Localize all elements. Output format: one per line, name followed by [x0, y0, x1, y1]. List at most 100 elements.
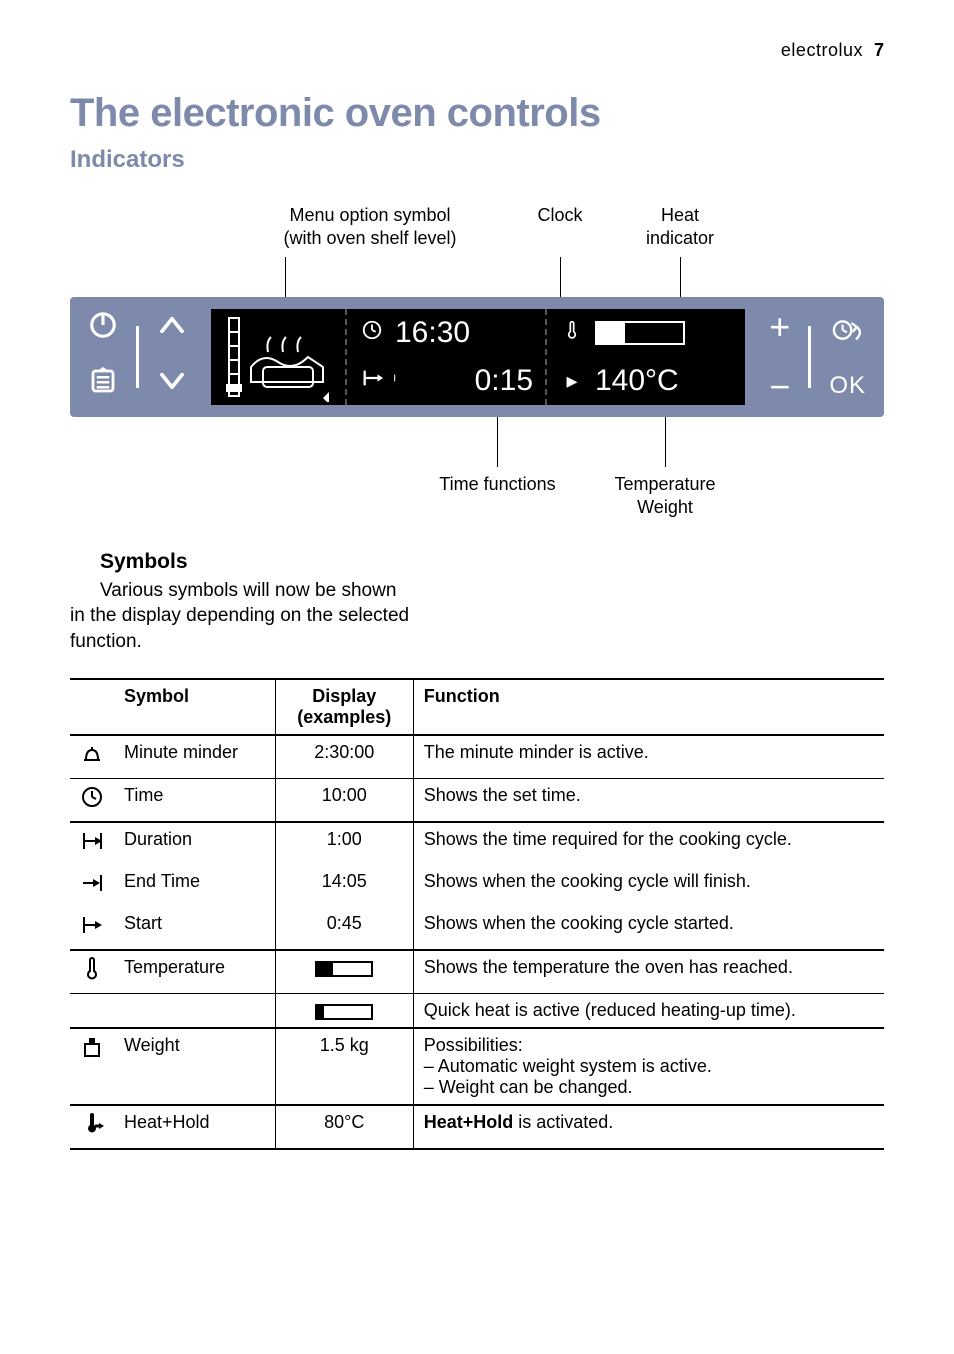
- row-function: Shows the set time.: [413, 779, 884, 823]
- clock-value: 16:30: [395, 316, 470, 350]
- row-icon: [70, 735, 114, 779]
- menu-icon[interactable]: [88, 366, 118, 404]
- thermometer-icon: [559, 319, 585, 347]
- row-display: 0:45: [275, 907, 413, 950]
- annot-text: Temperature: [585, 473, 745, 496]
- row-display: 1:00: [275, 822, 413, 865]
- annot-menu-option: Menu option symbol (with oven shelf leve…: [240, 204, 500, 297]
- table-row: Minute minder2:30:00The minute minder is…: [70, 735, 884, 779]
- brand-text: electrolux: [781, 40, 863, 60]
- row-symbol-name: Heat+Hold: [114, 1105, 275, 1149]
- symbols-paragraph: Various symbols will now be shownin the …: [70, 578, 530, 655]
- leader-line: [497, 417, 498, 467]
- row-icon: [70, 779, 114, 823]
- screen-middle-column: 16:30 0:15: [347, 309, 547, 405]
- row-icon: [70, 822, 114, 865]
- table-row: End Time14:05Shows when the cooking cycl…: [70, 865, 884, 907]
- up-arrow-icon[interactable]: [157, 310, 187, 348]
- row-function: The minute minder is active.: [413, 735, 884, 779]
- panel-right-buttons: + − OK: [751, 297, 884, 417]
- down-arrow-icon[interactable]: [157, 366, 187, 404]
- leader-line: [560, 257, 561, 297]
- th-display-sub: (examples): [286, 707, 403, 728]
- panel-left-buttons: [70, 297, 205, 417]
- table-row: Weight1.5 kgPossibilities:– Automatic we…: [70, 1028, 884, 1105]
- table-row: Time10:00Shows the set time.: [70, 779, 884, 823]
- row-icon: [70, 865, 114, 907]
- row-symbol-name: Weight: [114, 1028, 275, 1105]
- timer-value: 0:15: [475, 364, 533, 398]
- table-row: Heat+Hold80°CHeat+Hold is activated.: [70, 1105, 884, 1149]
- annot-text: Time functions: [410, 473, 585, 496]
- table-row: Temperature Shows the temperature the ove…: [70, 950, 884, 994]
- annot-temp-weight: Temperature Weight: [585, 417, 745, 520]
- row-function: Shows when the cooking cycle will finish…: [413, 865, 884, 907]
- annot-text: (with oven shelf level): [240, 227, 500, 250]
- heat-indicator-bar: [595, 321, 685, 345]
- table-row: Quick heat is active (reduced heating-up…: [70, 994, 884, 1029]
- th-display: Display (examples): [275, 679, 413, 735]
- row-display: 10:00: [275, 779, 413, 823]
- table-row: Start0:45Shows when the cooking cycle st…: [70, 907, 884, 950]
- annot-text: Clock: [500, 204, 620, 227]
- row-icon: [70, 907, 114, 950]
- row-symbol-name: Minute minder: [114, 735, 275, 779]
- oven-control-panel: 16:30 0:15: [70, 297, 884, 417]
- plus-icon[interactable]: +: [769, 306, 790, 348]
- annot-heat: Heat indicator: [620, 204, 740, 297]
- ok-button[interactable]: OK: [829, 372, 866, 400]
- power-icon[interactable]: [88, 310, 118, 348]
- row-display: 80°C: [275, 1105, 413, 1149]
- symbols-tbody: Minute minder2:30:00The minute minder is…: [70, 735, 884, 1149]
- annot-text: Weight: [585, 496, 745, 519]
- row-display: 2:30:00: [275, 735, 413, 779]
- annot-text: Menu option symbol: [240, 204, 500, 227]
- screen-right-column: ▸ 140°C: [547, 309, 745, 405]
- annot-text: indicator: [620, 227, 740, 250]
- timer-icon[interactable]: [831, 313, 865, 350]
- duration-icon: [359, 367, 385, 395]
- row-symbol-name: Time: [114, 779, 275, 823]
- annot-clock: Clock: [500, 204, 620, 297]
- page-number: 7: [874, 40, 884, 60]
- row-symbol-name: End Time: [114, 865, 275, 907]
- row-display: [275, 994, 413, 1029]
- leader-line: [680, 257, 681, 297]
- row-icon: [70, 1028, 114, 1105]
- row-function: Shows the temperature the oven has reach…: [413, 950, 884, 994]
- table-row: Duration1:00Shows the time required for …: [70, 822, 884, 865]
- row-symbol-name: Start: [114, 907, 275, 950]
- row-display: 14:05: [275, 865, 413, 907]
- minus-icon[interactable]: −: [769, 366, 790, 408]
- row-display: [275, 950, 413, 994]
- separator: [136, 326, 139, 388]
- row-symbol-name: Temperature: [114, 950, 275, 994]
- separator: [808, 326, 811, 388]
- th-display-main: Display: [286, 686, 403, 707]
- th-function: Function: [413, 679, 884, 735]
- annotation-row-bottom: Time functions Temperature Weight: [70, 417, 884, 520]
- annot-time-functions: Time functions: [410, 417, 585, 520]
- row-symbol-name: [114, 994, 275, 1029]
- page-title: The electronic oven controls: [70, 91, 884, 136]
- clock-icon: [359, 319, 385, 347]
- th-symbol: Symbol: [114, 679, 275, 735]
- row-function: Quick heat is active (reduced heating-up…: [413, 994, 884, 1029]
- annot-text: Heat: [620, 204, 740, 227]
- row-icon: [70, 994, 114, 1029]
- row-function: Shows when the cooking cycle started.: [413, 907, 884, 950]
- row-function: Heat+Hold is activated.: [413, 1105, 884, 1149]
- annotation-row-top: Menu option symbol (with oven shelf leve…: [70, 204, 884, 297]
- row-icon: [70, 950, 114, 994]
- page-header: electrolux 7: [70, 40, 884, 61]
- menu-option-graphic: [211, 309, 347, 405]
- row-function: Shows the time required for the cooking …: [413, 822, 884, 865]
- symbols-heading: Symbols: [100, 550, 884, 574]
- row-function: Possibilities:– Automatic weight system …: [413, 1028, 884, 1105]
- temperature-value: 140°C: [595, 364, 679, 398]
- control-diagram: Menu option symbol (with oven shelf leve…: [70, 204, 884, 520]
- symbols-table: Symbol Display (examples) Function Minut…: [70, 678, 884, 1150]
- oven-display-screen: 16:30 0:15: [205, 303, 751, 411]
- row-symbol-name: Duration: [114, 822, 275, 865]
- leader-line: [285, 257, 286, 297]
